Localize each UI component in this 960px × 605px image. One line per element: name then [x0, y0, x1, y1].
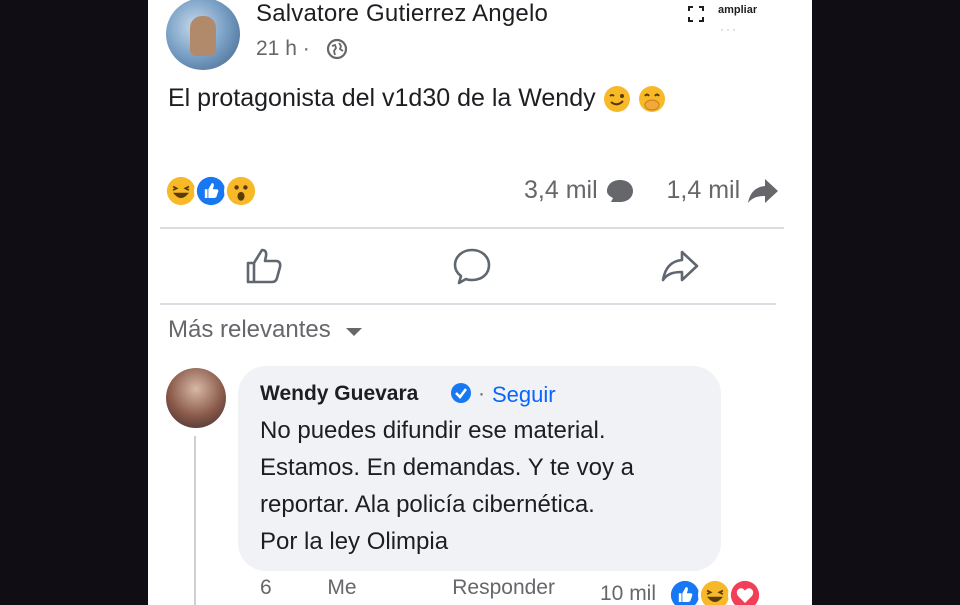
comment-count-icon [606, 180, 633, 203]
comment-bubble-icon[interactable] [452, 246, 492, 286]
comment-actions: 6 Me Responder [260, 576, 555, 600]
like-reaction-icon [194, 174, 228, 208]
comment-text: No puedes difundir ese material. Estamos… [260, 412, 710, 560]
comment-reaction-count[interactable]: 10 mil [600, 582, 656, 605]
comments-sort-label: Más relevantes [168, 316, 331, 343]
caret-down-icon [346, 327, 363, 336]
comment-line: Estamos. En demandas. Y te voy a [260, 454, 634, 481]
face-with-hand-over-mouth-icon [638, 86, 665, 113]
share-count-icon [748, 179, 779, 204]
reply-thread-line [194, 436, 196, 605]
comment-line: reportar. Ala policía cibernética. [260, 491, 595, 518]
commenter-avatar[interactable] [166, 368, 226, 428]
post-counts: 3,4 mil 1,4 mil [524, 176, 779, 205]
post-text-line: El protagonista del v1d30 de la Wendy [168, 84, 666, 113]
post-timestamp[interactable]: 21 h · [256, 37, 310, 61]
expand-button[interactable]: ampliar ··· [688, 4, 812, 36]
comment-count[interactable]: 3,4 mil [524, 176, 598, 204]
separator-dot: · [478, 382, 485, 405]
expand-label: ampliar [718, 4, 758, 16]
comments-sort-dropdown[interactable]: Más relevantes [168, 316, 365, 344]
comment-bubble: Wendy Guevara · Seguir No puedes difundi… [238, 366, 721, 571]
expand-icon [688, 6, 704, 22]
wow-reaction-icon [224, 174, 258, 208]
post-text: El protagonista del v1d30 de la Wendy [168, 84, 596, 112]
comment-reactions[interactable] [668, 578, 768, 605]
haha-reaction-icon [164, 174, 198, 208]
globe-icon [326, 38, 348, 60]
post-card: Salvatore Gutierrez Angelo 21 h · amplia… [148, 0, 812, 605]
thumbs-up-icon[interactable] [244, 246, 284, 286]
follow-button[interactable]: Seguir [492, 382, 556, 408]
haha-reaction-icon [698, 578, 732, 605]
share-count[interactable]: 1,4 mil [667, 176, 741, 204]
more-options-dots[interactable]: ··· [720, 22, 738, 36]
like-reaction-icon [668, 578, 702, 605]
winking-face-icon [603, 86, 630, 113]
love-reaction-icon [728, 578, 762, 605]
comment-reply-button[interactable]: Responder [452, 576, 555, 599]
comment-timestamp[interactable]: 6 [260, 576, 272, 599]
share-arrow-icon[interactable] [660, 246, 700, 286]
divider [160, 227, 784, 229]
comment-line: Por la ley Olimpia [260, 528, 449, 555]
comment-line: No puedes difundir ese material. [260, 417, 606, 444]
comment-like-button[interactable]: Me [327, 576, 356, 599]
divider [160, 303, 776, 305]
verified-badge-icon [451, 383, 471, 403]
author-avatar[interactable] [166, 0, 240, 70]
comment-author-name[interactable]: Wendy Guevara [260, 382, 418, 406]
post-reactions[interactable] [164, 174, 274, 210]
post-author-name[interactable]: Salvatore Gutierrez Angelo [256, 0, 548, 28]
